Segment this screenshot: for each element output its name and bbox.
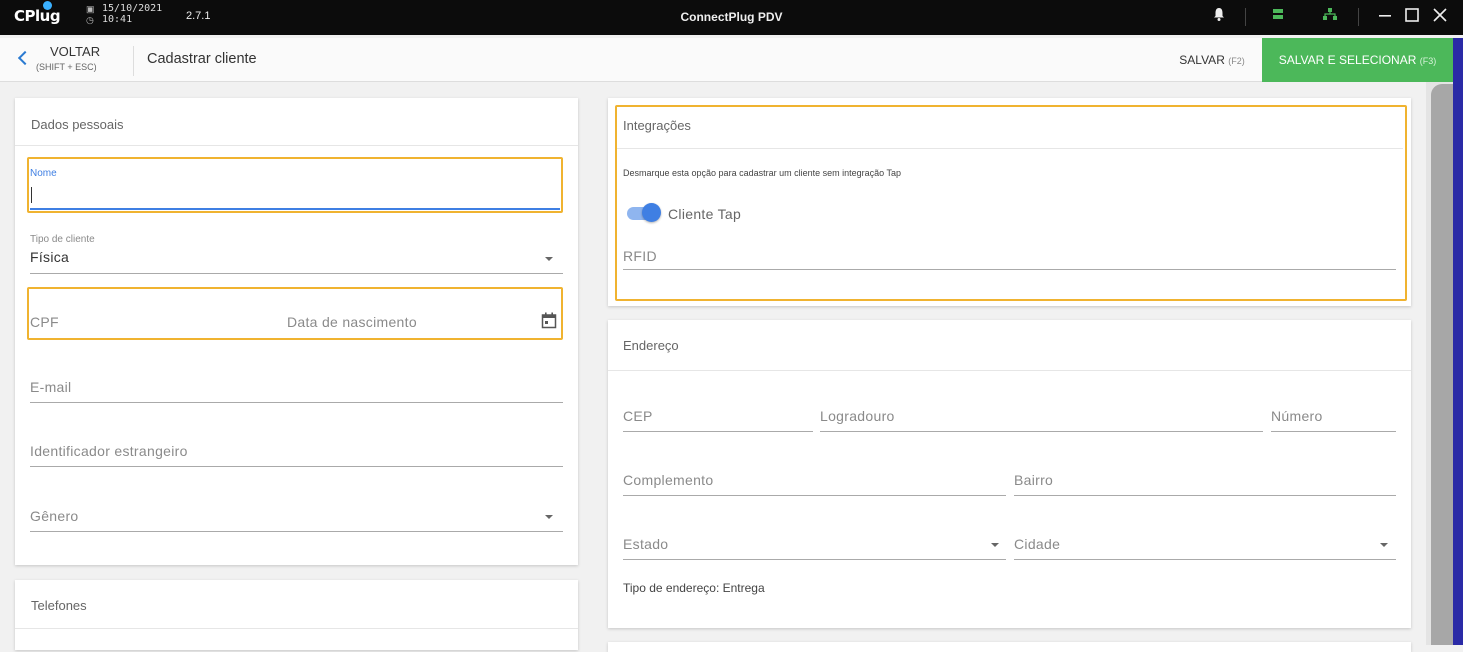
card-divider — [608, 370, 1411, 371]
network-icon[interactable] — [1322, 6, 1338, 28]
save-select-label: SALVAR E SELECIONAR — [1278, 53, 1417, 67]
chevron-down-icon — [1380, 543, 1388, 547]
save-and-select-button[interactable]: SALVAR E SELECIONAR (F3) — [1262, 38, 1453, 82]
app-title: ConnectPlug PDV — [680, 10, 783, 24]
complement-input[interactable]: Complemento — [623, 464, 1006, 496]
birth-date-input[interactable]: Data de nascimento — [287, 305, 560, 335]
state-select[interactable]: Estado — [623, 528, 1006, 560]
save-select-shortcut-hint: (F3) — [1419, 56, 1437, 66]
client-type-label: Tipo de cliente — [30, 234, 95, 245]
foreign-id-label: Identificador estrangeiro — [30, 443, 188, 459]
rfid-label: RFID — [623, 248, 657, 264]
email-input[interactable]: E-mail — [30, 370, 563, 403]
birth-date-label: Data de nascimento — [287, 314, 417, 330]
client-type-select[interactable]: Tipo de cliente Física — [30, 232, 563, 274]
address-type-text: Tipo de endereço: Entrega — [623, 581, 765, 595]
card-divider — [15, 145, 578, 146]
district-label: Bairro — [1014, 472, 1054, 488]
client-type-value: Física — [30, 249, 70, 265]
maximize-icon[interactable] — [1404, 6, 1420, 28]
save-shortcut-hint: (F2) — [1228, 56, 1245, 66]
cliente-tap-label: Cliente Tap — [668, 206, 742, 222]
complement-label: Complemento — [623, 472, 714, 488]
name-label: Nome — [30, 168, 57, 179]
gender-label: Gênero — [30, 508, 79, 524]
phones-title: Telefones — [31, 598, 87, 613]
integrations-highlight — [615, 105, 1407, 301]
integrations-hint: Desmarque esta opção para cadastrar um c… — [623, 168, 901, 178]
titlebar-divider — [1358, 8, 1359, 26]
text-cursor — [31, 187, 32, 203]
street-label: Logradouro — [820, 408, 895, 424]
cep-input[interactable]: CEP — [623, 400, 813, 432]
name-input[interactable]: Nome — [30, 165, 560, 210]
number-input[interactable]: Número — [1271, 400, 1396, 432]
chevron-left-icon — [17, 50, 33, 66]
phones-card: Telefones — [15, 580, 578, 650]
toggle-knob[interactable] — [642, 203, 661, 222]
cpf-input[interactable]: CPF — [30, 305, 270, 335]
city-select[interactable]: Cidade — [1014, 528, 1396, 560]
logo-dot — [43, 1, 52, 10]
minimize-icon[interactable] — [1378, 6, 1392, 28]
scrollbar-thumb[interactable] — [1431, 84, 1453, 645]
integrations-title: Integrações — [623, 118, 691, 133]
close-icon[interactable] — [1432, 6, 1448, 28]
save-label: SALVAR — [1179, 53, 1225, 67]
city-label: Cidade — [1014, 536, 1061, 552]
rfid-input[interactable]: RFID — [623, 242, 1396, 270]
address-title: Endereço — [623, 338, 679, 353]
page-toolbar: VOLTAR (SHIFT + ESC) Cadastrar cliente S… — [0, 38, 1453, 82]
next-card-edge — [608, 642, 1411, 652]
page-title: Cadastrar cliente — [147, 51, 257, 67]
district-input[interactable]: Bairro — [1014, 464, 1396, 496]
window-edge — [1453, 38, 1463, 645]
personal-data-title: Dados pessoais — [31, 117, 124, 132]
number-label: Número — [1271, 408, 1323, 424]
gender-select[interactable]: Gênero — [30, 499, 563, 532]
calendar-icon[interactable] — [541, 312, 557, 334]
email-label: E-mail — [30, 379, 72, 395]
cep-label: CEP — [623, 408, 653, 424]
bell-icon[interactable] — [1213, 6, 1225, 28]
toolbar-divider — [133, 46, 134, 76]
back-button[interactable]: VOLTAR (SHIFT + ESC) — [10, 42, 125, 80]
window-titlebar: CPlug 15/10/2021 10:41 ▣ ◷ 2.7.1 ConnectP… — [0, 0, 1463, 35]
chevron-down-icon — [545, 515, 553, 519]
back-shortcut-hint: (SHIFT + ESC) — [36, 62, 97, 72]
chevron-down-icon — [991, 543, 999, 547]
save-button[interactable]: SALVAR (F2) — [1164, 38, 1260, 82]
foreign-id-input[interactable]: Identificador estrangeiro — [30, 435, 563, 467]
server-icon[interactable] — [1272, 6, 1284, 28]
street-input[interactable]: Logradouro — [820, 400, 1263, 432]
state-label: Estado — [623, 536, 669, 552]
cpf-label: CPF — [30, 314, 59, 330]
chevron-down-icon — [545, 257, 553, 261]
back-label: VOLTAR — [50, 44, 101, 59]
titlebar-divider — [1245, 8, 1246, 26]
card-divider — [15, 628, 578, 629]
